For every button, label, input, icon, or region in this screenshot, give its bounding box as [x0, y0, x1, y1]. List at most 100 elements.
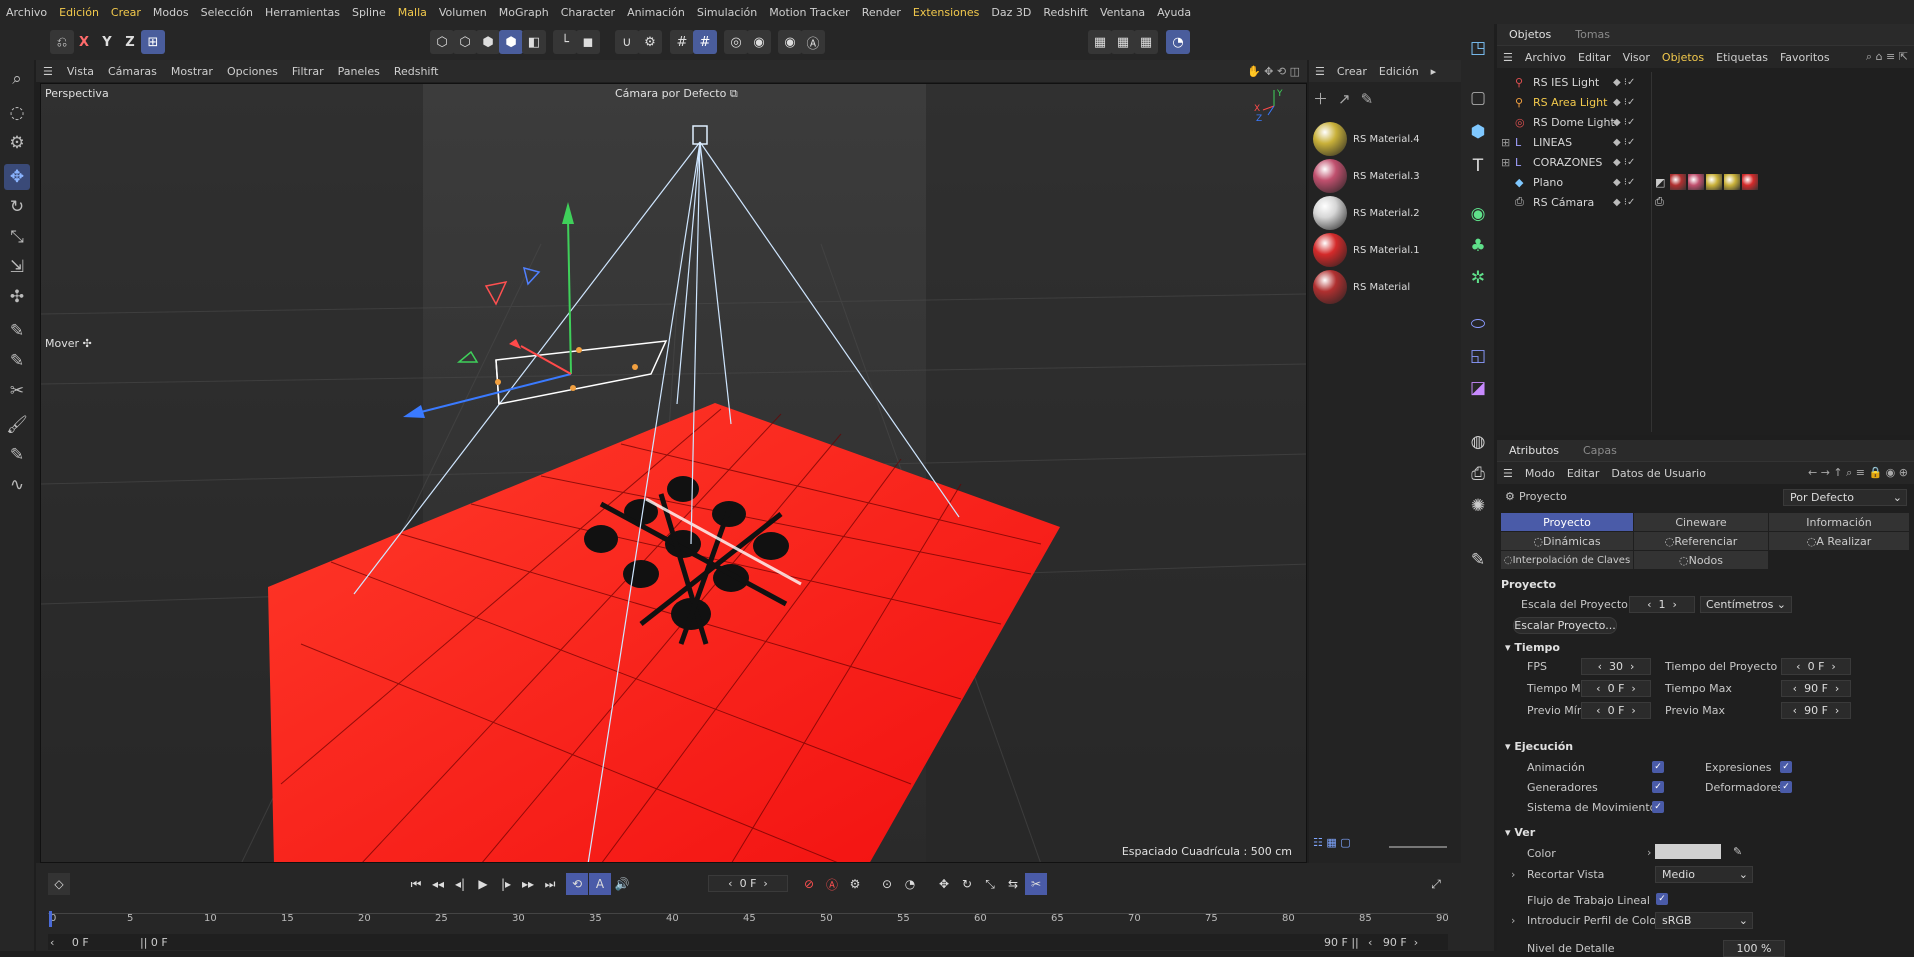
obj-menu-favoritos[interactable]: Favoritos	[1774, 51, 1836, 64]
chevron-right-icon[interactable]: ›	[1511, 914, 1515, 927]
go-start-icon[interactable]: ⏮	[405, 873, 427, 895]
nav-icons[interactable]: ← → ↑ ⌕ ≡ 🔒 ◉ ⊕	[1802, 466, 1914, 480]
3d-viewport[interactable]: Y X Z Perspectiva Cámara por Defecto ⧉ M…	[40, 83, 1307, 863]
model-mode-icon[interactable]: ⬢	[499, 30, 523, 54]
scale-project-button[interactable]: Escalar Proyecto...	[1513, 617, 1617, 634]
tab-dinamicas[interactable]: ◌ Dinámicas	[1501, 532, 1633, 550]
mat-menu-edicion[interactable]: Edición	[1373, 65, 1425, 78]
point-level-icon[interactable]: ✂	[1025, 873, 1047, 895]
obj-menu-archivo[interactable]: Archivo	[1519, 51, 1572, 64]
scale-unit-dropdown[interactable]: Centímetros ⌄	[1700, 596, 1792, 613]
play-icon[interactable]: ▶	[472, 873, 494, 895]
detail-level-input[interactable]: 100 %	[1723, 940, 1785, 957]
mat-menu-crear[interactable]: Crear	[1331, 65, 1373, 78]
grid-snap-icon[interactable]: #	[670, 30, 694, 54]
auto-icon[interactable]: Ⓐ	[801, 30, 825, 54]
menu-ventana[interactable]: Ventana	[1094, 6, 1151, 19]
object-row[interactable]: ◎ RS Dome Light ◆ ⁝✓	[1497, 112, 1914, 132]
camera-icon[interactable]: ⎙	[1464, 460, 1492, 488]
scale-key-icon[interactable]: ⤡	[979, 873, 1001, 895]
attr-menu-modo[interactable]: Modo	[1519, 467, 1561, 480]
menu-redshift[interactable]: Redshift	[1037, 6, 1094, 19]
vp-menu-mostrar[interactable]: Mostrar	[164, 65, 220, 78]
menu-render[interactable]: Render	[856, 6, 907, 19]
section-ver[interactable]: ▾ Ver	[1505, 826, 1535, 839]
material-tag[interactable]	[1688, 174, 1704, 190]
menu-extensiones[interactable]: Extensiones	[907, 6, 986, 19]
obj-menu-visor[interactable]: Visor	[1617, 51, 1656, 64]
expressions-checkbox[interactable]: ✓	[1780, 761, 1792, 773]
visibility-toggles[interactable]: ◆ ⁝✓	[1613, 197, 1635, 208]
hamburger-icon[interactable]: ☰	[1309, 65, 1331, 78]
cube-camera-icon[interactable]: ◳	[1464, 34, 1492, 62]
cloner-icon[interactable]: ♣	[1464, 232, 1492, 260]
vp-menu-camaras[interactable]: Cámaras	[101, 65, 164, 78]
menu-mograph[interactable]: MoGraph	[493, 6, 555, 19]
material-item[interactable]: RS Material.2	[1313, 195, 1459, 231]
menu-animación[interactable]: Animación	[621, 6, 691, 19]
text-icon[interactable]: T	[1464, 152, 1492, 180]
redshift-render-icon[interactable]: ◔	[1166, 30, 1190, 54]
color-swatch[interactable]	[1655, 844, 1721, 859]
render-settings-icon[interactable]: ▦	[1134, 30, 1158, 54]
menu-crear[interactable]: Crear	[105, 6, 147, 19]
viewport-camera-label[interactable]: Cámara por Defecto ⧉	[615, 87, 738, 101]
tab-a-realizar[interactable]: ◌ A Realizar	[1769, 532, 1909, 550]
max-time-input[interactable]: ‹ 90 F ›	[1781, 680, 1851, 697]
move-tool-icon[interactable]: ✥	[4, 164, 30, 190]
lasso-tool-icon[interactable]: ∿	[4, 472, 30, 498]
param-key-icon[interactable]: ⇆	[1002, 873, 1024, 895]
position-key-icon[interactable]: ✥	[933, 873, 955, 895]
render-picture-viewer-icon[interactable]: ▦	[1111, 30, 1135, 54]
deformer-icon[interactable]: ⬭	[1464, 310, 1492, 338]
preset-dropdown[interactable]: Por Defecto ⌄	[1783, 489, 1907, 506]
rotation-key-icon[interactable]: ↻	[956, 873, 978, 895]
undo-icon[interactable]: ⎌	[50, 30, 74, 54]
settings-gear-icon[interactable]: ⚙	[638, 30, 662, 54]
vp-menu-paneles[interactable]: Paneles	[331, 65, 387, 78]
object-row[interactable]: ⊞ L LINEAS ◆ ⁝✓	[1497, 132, 1914, 152]
generator-icon[interactable]: ◉	[1464, 200, 1492, 228]
tab-tomas[interactable]: Tomas	[1563, 28, 1622, 41]
target-icon[interactable]: ◉	[747, 30, 771, 54]
range-bar[interactable]	[48, 934, 1448, 950]
material-tag[interactable]	[1706, 174, 1722, 190]
spline-icon[interactable]: ◪	[1464, 374, 1492, 402]
range-start-field[interactable]: || 0 F	[140, 936, 168, 949]
object-name[interactable]: RS IES Light	[1533, 76, 1599, 89]
chevron-right-icon[interactable]: ›	[1511, 868, 1515, 881]
preview-max-input[interactable]: ‹ 90 F ›	[1781, 702, 1851, 719]
rotate-tool-icon[interactable]: ↻	[4, 194, 30, 220]
menu-archivo[interactable]: Archivo	[0, 6, 53, 19]
brush-tool-icon[interactable]: 🖌	[4, 412, 30, 438]
scale-tool-icon[interactable]: ⤡	[4, 224, 30, 250]
cube-icon[interactable]: ⬢	[1464, 118, 1492, 146]
tab-informacion[interactable]: Información	[1769, 513, 1909, 531]
material-tools[interactable]: ＋↗✎	[1313, 88, 1383, 109]
keyframe-icon[interactable]: ◇	[48, 873, 70, 895]
tab-cineware[interactable]: Cineware	[1634, 513, 1768, 531]
prev-frame-icon[interactable]: ◂|	[449, 873, 471, 895]
search-icon[interactable]: ⌕ ⌂ ≡ ⇱	[1860, 50, 1914, 64]
tab-proyecto[interactable]: Proyecto	[1501, 513, 1633, 531]
menu-simulación[interactable]: Simulación	[691, 6, 763, 19]
key-settings-icon[interactable]: ⚙	[844, 873, 866, 895]
loop-icon[interactable]: ⟲	[566, 873, 588, 895]
fit-range-icon[interactable]: ⤢	[1425, 873, 1447, 895]
material-tag[interactable]	[1724, 174, 1740, 190]
object-row[interactable]: ◆ Plano ◆ ⁝✓ ◩	[1497, 172, 1914, 192]
eyedropper-icon[interactable]: ✎	[1733, 845, 1742, 858]
obj-menu-objetos[interactable]: Objetos	[1656, 51, 1710, 64]
zoom-slider[interactable]	[1389, 846, 1447, 848]
preview-min-input[interactable]: ‹ 0 F ›	[1581, 702, 1651, 719]
tab-referenciar[interactable]: ◌ Referenciar	[1634, 532, 1768, 550]
material-item[interactable]: RS Material.1	[1313, 232, 1459, 268]
object-name[interactable]: RS Cámara	[1533, 196, 1594, 209]
menu-edición[interactable]: Edición	[53, 6, 105, 19]
obj-menu-editar[interactable]: Editar	[1572, 51, 1617, 64]
vp-menu-opciones[interactable]: Opciones	[220, 65, 285, 78]
motion-system-checkbox[interactable]: ✓	[1652, 801, 1664, 813]
material-tag[interactable]	[1742, 174, 1758, 190]
coordinate-system-icon[interactable]: ⊞	[141, 30, 165, 54]
visibility-toggles[interactable]: ◆ ⁝✓	[1613, 117, 1635, 128]
